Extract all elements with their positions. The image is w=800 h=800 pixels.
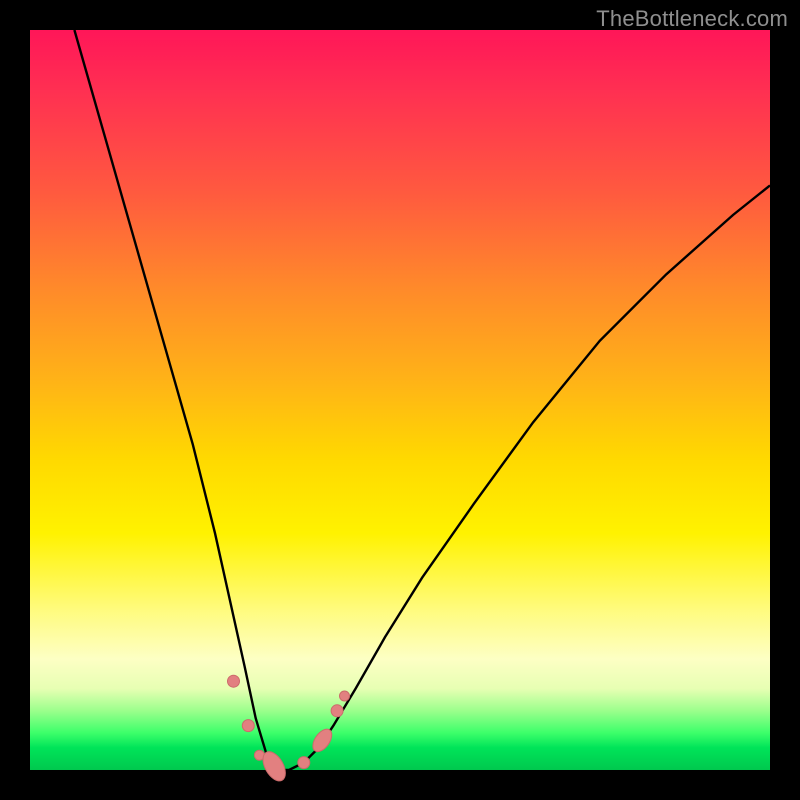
curve-marker: [242, 720, 254, 732]
bottleneck-curve-path: [74, 30, 770, 770]
watermark-text: TheBottleneck.com: [596, 6, 788, 32]
curve-marker: [228, 675, 240, 687]
chart-svg: [30, 30, 770, 770]
chart-frame: TheBottleneck.com: [0, 0, 800, 800]
curve-marker: [298, 757, 310, 769]
curve-marker: [331, 705, 343, 717]
curve-marker: [340, 691, 350, 701]
chart-plot-area: [30, 30, 770, 770]
curve-group: [74, 30, 770, 770]
